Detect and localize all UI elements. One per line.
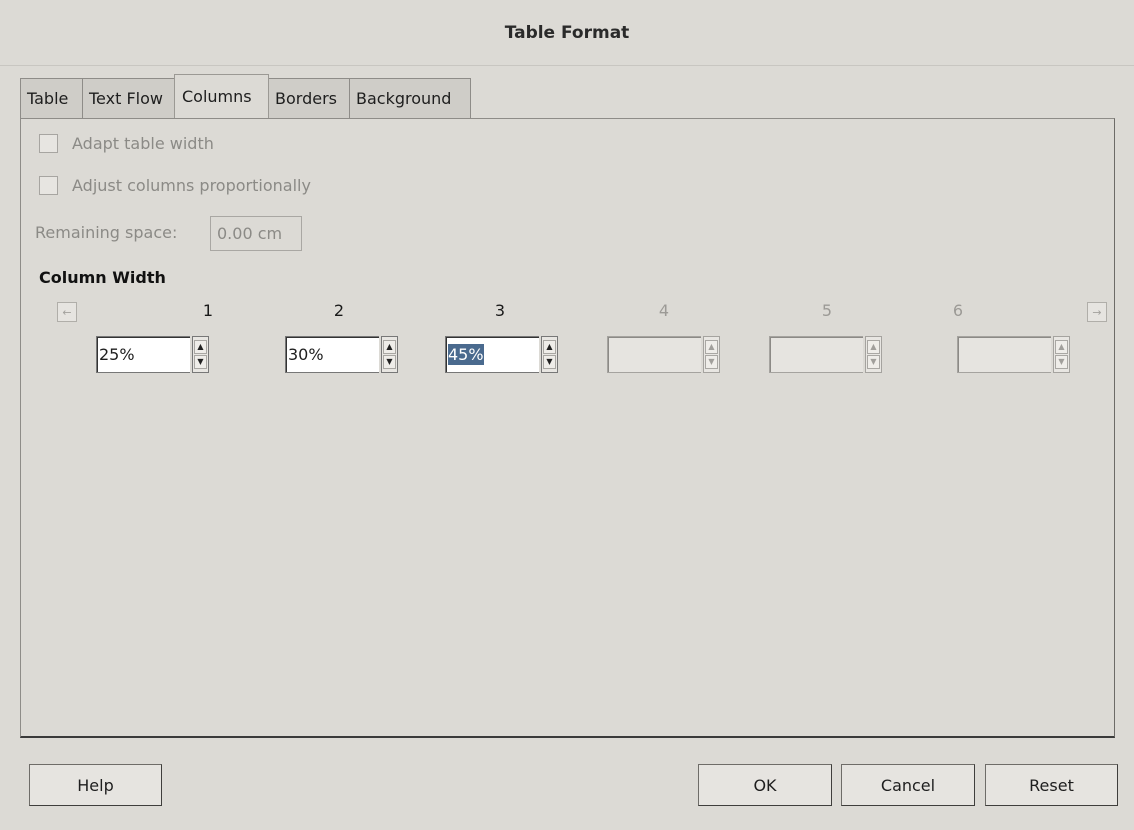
column-1-width-input[interactable]: 25% bbox=[96, 336, 190, 373]
adjust-columns-option[interactable]: Adjust columns proportionally bbox=[39, 176, 311, 195]
spin-buttons[interactable]: ▲ ▼ bbox=[541, 336, 558, 373]
column-2-width-spinner[interactable]: 30% ▲ ▼ bbox=[285, 336, 398, 373]
column-number-3: 3 bbox=[494, 301, 506, 320]
triangle-down-icon[interactable]: ▼ bbox=[194, 355, 207, 369]
column-5-width-spinner: ▲ ▼ bbox=[769, 336, 882, 373]
adjust-columns-checkbox[interactable] bbox=[39, 176, 58, 195]
title-bar: Table Format bbox=[0, 0, 1134, 66]
column-4-width-spinner: ▲ ▼ bbox=[607, 336, 720, 373]
ok-button[interactable]: OK bbox=[698, 764, 832, 806]
triangle-up-icon[interactable]: ▲ bbox=[543, 340, 556, 354]
triangle-down-icon: ▼ bbox=[1055, 355, 1068, 369]
spin-buttons: ▲ ▼ bbox=[1053, 336, 1070, 373]
column-number-6: 6 bbox=[952, 301, 964, 320]
tab-borders[interactable]: Borders bbox=[268, 78, 350, 118]
column-2-width-input[interactable]: 30% bbox=[285, 336, 379, 373]
triangle-down-icon[interactable]: ▼ bbox=[543, 355, 556, 369]
column-number-2: 2 bbox=[333, 301, 345, 320]
help-button[interactable]: Help bbox=[29, 764, 162, 806]
column-1-width-spinner[interactable]: 25% ▲ ▼ bbox=[96, 336, 209, 373]
spin-buttons: ▲ ▼ bbox=[703, 336, 720, 373]
column-3-width-spinner[interactable]: 45% ▲ ▼ bbox=[445, 336, 558, 373]
triangle-up-icon[interactable]: ▲ bbox=[194, 340, 207, 354]
scroll-left-button[interactable]: ← bbox=[57, 302, 77, 322]
adapt-table-width-checkbox[interactable] bbox=[39, 134, 58, 153]
triangle-down-icon: ▼ bbox=[705, 355, 718, 369]
spin-buttons[interactable]: ▲ ▼ bbox=[381, 336, 398, 373]
triangle-up-icon: ▲ bbox=[1055, 340, 1068, 354]
arrow-left-icon: ← bbox=[62, 305, 72, 319]
column-4-width-input bbox=[607, 336, 701, 373]
adjust-columns-label: Adjust columns proportionally bbox=[72, 176, 311, 195]
tab-bar: Table Text Flow Columns Borders Backgrou… bbox=[20, 74, 471, 118]
arrow-right-icon: → bbox=[1092, 305, 1102, 319]
spin-buttons: ▲ ▼ bbox=[865, 336, 882, 373]
triangle-up-icon: ▲ bbox=[705, 340, 718, 354]
column-number-1: 1 bbox=[202, 301, 214, 320]
column-number-4: 4 bbox=[658, 301, 670, 320]
column-5-width-input bbox=[769, 336, 863, 373]
cancel-button[interactable]: Cancel bbox=[841, 764, 975, 806]
remaining-space-field: 0.00 cm bbox=[210, 216, 302, 251]
remaining-space-label: Remaining space: bbox=[35, 223, 178, 242]
scroll-right-button[interactable]: → bbox=[1087, 302, 1107, 322]
adapt-table-width-option[interactable]: Adapt table width bbox=[39, 134, 214, 153]
triangle-down-icon[interactable]: ▼ bbox=[383, 355, 396, 369]
triangle-down-icon: ▼ bbox=[867, 355, 880, 369]
tab-text-flow[interactable]: Text Flow bbox=[82, 78, 175, 118]
column-width-heading: Column Width bbox=[39, 268, 166, 287]
window-title: Table Format bbox=[504, 22, 630, 43]
tab-columns[interactable]: Columns bbox=[174, 74, 269, 118]
selected-text: 45% bbox=[448, 344, 484, 365]
columns-panel: Adapt table width Adjust columns proport… bbox=[20, 118, 1115, 738]
column-number-5: 5 bbox=[821, 301, 833, 320]
reset-button[interactable]: Reset bbox=[985, 764, 1118, 806]
spin-buttons[interactable]: ▲ ▼ bbox=[192, 336, 209, 373]
triangle-up-icon: ▲ bbox=[867, 340, 880, 354]
tab-table[interactable]: Table bbox=[20, 78, 83, 118]
column-3-width-input[interactable]: 45% bbox=[445, 336, 539, 373]
adapt-table-width-label: Adapt table width bbox=[72, 134, 214, 153]
triangle-up-icon[interactable]: ▲ bbox=[383, 340, 396, 354]
column-6-width-input bbox=[957, 336, 1051, 373]
column-6-width-spinner: ▲ ▼ bbox=[957, 336, 1070, 373]
tab-background[interactable]: Background bbox=[349, 78, 471, 118]
